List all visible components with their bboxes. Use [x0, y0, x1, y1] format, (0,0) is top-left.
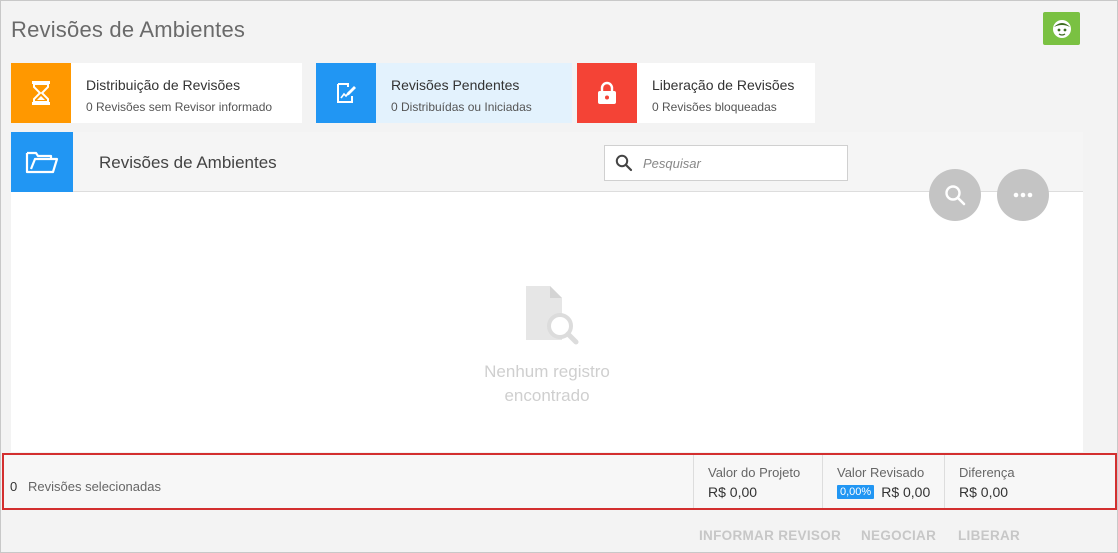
valor-revisado-value: R$ 0,00: [881, 484, 931, 500]
panel-icon-box: [11, 132, 73, 192]
card-pendentes[interactable]: Revisões Pendentes 0 Distribuídas ou Ini…: [316, 63, 572, 123]
search-fab-button[interactable]: [929, 169, 981, 221]
card-subtitle: 0 Revisões sem Revisor informado: [86, 100, 273, 114]
selection-summary-bar: 0 Revisões selecionadas Valor do Projeto…: [2, 453, 1117, 510]
valor-revisado-label: Valor Revisado: [837, 465, 925, 480]
valor-projeto-label: Valor do Projeto: [708, 465, 801, 480]
percent-badge: 0,00%: [837, 485, 875, 499]
edit-chart-icon: [337, 83, 356, 103]
card-title: Distribuição de Revisões: [86, 77, 241, 93]
more-options-button[interactable]: [997, 169, 1049, 221]
valor-revisado: Valor Revisado 0,00% R$ 0,00: [822, 455, 944, 508]
selected-label: Revisões selecionadas: [28, 479, 161, 494]
user-face-icon: [1052, 19, 1071, 38]
document-search-icon: [526, 286, 579, 345]
empty-message-line2: encontrado: [504, 386, 590, 405]
negociar-button[interactable]: NEGOCIAR: [861, 528, 936, 543]
panel-header: Revisões de Ambientes: [11, 132, 1083, 192]
card-icon-box: [316, 63, 376, 123]
card-subtitle: 0 Distribuídas ou Iniciadas: [391, 100, 532, 114]
folder-open-icon: [25, 151, 59, 174]
diferenca-value: R$ 0,00: [959, 484, 1009, 500]
diferenca-label: Diferença: [959, 465, 1015, 480]
avatar[interactable]: [1043, 12, 1080, 45]
valor-projeto-value: R$ 0,00: [708, 484, 758, 500]
empty-state: Nenhum registro encontrado: [11, 282, 1083, 408]
search-icon: [605, 154, 643, 172]
liberar-button[interactable]: LIBERAR: [958, 528, 1020, 543]
search-input[interactable]: [643, 155, 833, 171]
more-horizontal-icon: [1013, 192, 1033, 198]
card-title: Liberação de Revisões: [652, 77, 795, 93]
search-box[interactable]: [604, 145, 848, 181]
card-title: Revisões Pendentes: [391, 77, 520, 93]
informar-revisor-button[interactable]: INFORMAR REVISOR: [699, 528, 841, 543]
panel-title: Revisões de Ambientes: [99, 153, 277, 172]
page-title: Revisões de Ambientes: [11, 17, 246, 42]
revisoes-panel: Revisões de Ambientes Pesquisar Nenhum r…: [11, 132, 1083, 452]
card-icon-box: [577, 63, 637, 123]
empty-message-line1: Nenhum registro: [484, 362, 610, 381]
diferenca: Diferença R$ 0,00: [944, 455, 1117, 508]
card-liberacao[interactable]: Liberação de Revisões 0 Revisões bloquea…: [577, 63, 815, 123]
card-distribuicao[interactable]: Distribuição de Revisões 0 Revisões sem …: [11, 63, 302, 123]
hourglass-icon: [32, 81, 50, 105]
app-window: Revisões de Ambientes Distribuição de Re…: [0, 0, 1118, 553]
valor-projeto: Valor do Projeto R$ 0,00: [693, 455, 822, 508]
search-icon: [945, 185, 966, 206]
selected-count: 0: [10, 479, 18, 494]
lock-icon: [598, 81, 616, 104]
action-bar: INFORMAR REVISOR NEGOCIAR LIBERAR: [1, 528, 1118, 548]
card-icon-box: [11, 63, 71, 123]
card-subtitle: 0 Revisões bloqueadas: [652, 100, 777, 114]
